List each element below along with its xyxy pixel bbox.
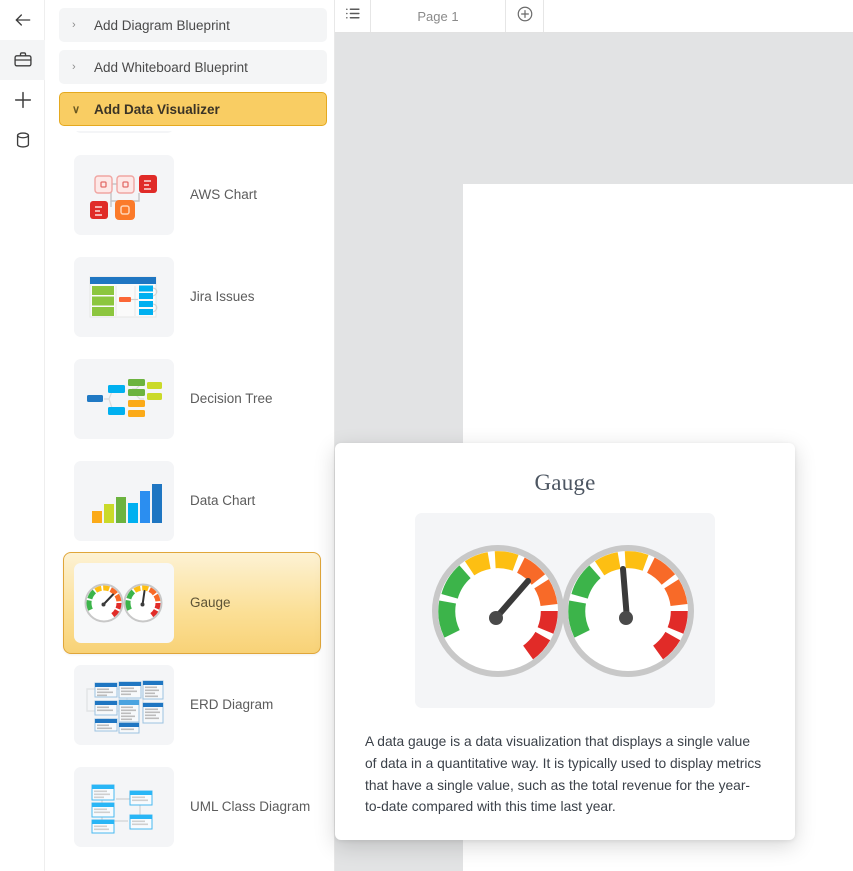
gauge-chart-illustration xyxy=(432,544,694,677)
popup-description: A data gauge is a data visualization tha… xyxy=(365,734,762,815)
list-item-uml-class-diagram[interactable]: UML Class Diagram xyxy=(63,756,321,858)
briefcase-icon xyxy=(13,50,33,70)
erd-diagram-thumb xyxy=(74,665,174,745)
chevron-right-icon: › xyxy=(72,61,76,73)
list-item[interactable] xyxy=(63,131,321,144)
accordion-add-data-visualizer[interactable]: ∨ Add Data Visualizer xyxy=(59,92,327,126)
add-page-button[interactable] xyxy=(506,0,544,32)
chevron-down-icon: ∨ xyxy=(72,103,81,116)
partial-card-thumb xyxy=(74,131,174,133)
back-arrow-icon xyxy=(13,10,33,30)
list-item-label: Jira Issues xyxy=(190,288,255,304)
add-button[interactable] xyxy=(0,80,45,120)
plus-icon xyxy=(12,89,34,111)
database-icon xyxy=(13,130,33,150)
list-item-label: Data Chart xyxy=(190,492,256,508)
tab-page-1[interactable]: Page 1 xyxy=(371,0,506,32)
list-item-label: AWS Chart xyxy=(190,186,258,202)
app-root: › Add Diagram Blueprint › Add Whiteboard… xyxy=(0,0,853,871)
list-item-label: Decision Tree xyxy=(190,390,273,406)
data-chart-thumb xyxy=(74,461,174,541)
aws-chart-thumb xyxy=(74,155,174,235)
list-item-label: Gauge xyxy=(190,594,231,610)
decision-tree-thumb xyxy=(74,359,174,439)
icon-rail xyxy=(0,0,45,871)
page-tabbar: Page 1 xyxy=(335,0,853,33)
gauge-thumb xyxy=(74,563,174,643)
blueprint-list[interactable]: AWS Chart Jira Issues Decision Tree Data… xyxy=(45,131,335,871)
circle-plus-icon xyxy=(516,5,534,28)
blueprint-panel: › Add Diagram Blueprint › Add Whiteboard… xyxy=(45,0,365,871)
accordion-label: Add Data Visualizer xyxy=(94,101,220,117)
gauge-preview-image xyxy=(415,513,715,708)
accordion-label: Add Diagram Blueprint xyxy=(94,17,230,33)
accordion-label: Add Whiteboard Blueprint xyxy=(94,59,248,75)
list-item-label: UML Class Diagram xyxy=(190,798,311,814)
list-item-aws-chart[interactable]: AWS Chart xyxy=(63,144,321,246)
list-item-decision-tree[interactable]: Decision Tree xyxy=(63,348,321,450)
list-item-data-chart[interactable]: Data Chart xyxy=(63,450,321,552)
list-item-jira-issues[interactable]: Jira Issues xyxy=(63,246,321,348)
blueprint-accordion: › Add Diagram Blueprint › Add Whiteboard… xyxy=(45,0,335,126)
chevron-right-icon: › xyxy=(72,19,76,31)
page-list-button[interactable] xyxy=(335,0,371,32)
uml-class-diagram-thumb xyxy=(74,767,174,847)
accordion-add-diagram-blueprint[interactable]: › Add Diagram Blueprint xyxy=(59,8,327,42)
accordion-add-whiteboard-blueprint[interactable]: › Add Whiteboard Blueprint xyxy=(59,50,327,84)
blueprint-preview-popup: Gauge A data gauge is a data visualizati… xyxy=(335,443,795,840)
back-button[interactable] xyxy=(0,0,45,40)
list-item-erd-diagram[interactable]: ERD Diagram xyxy=(63,654,321,756)
jira-issues-thumb xyxy=(74,257,174,337)
toolbox-button[interactable] xyxy=(0,40,45,80)
data-button[interactable] xyxy=(0,120,45,160)
tab-label: Page 1 xyxy=(417,8,459,24)
list-item-gauge[interactable]: Gauge xyxy=(63,552,321,654)
list-item-label: ERD Diagram xyxy=(190,696,274,712)
tabbar-empty-space xyxy=(544,0,853,32)
popup-title: Gauge xyxy=(534,470,596,495)
list-menu-icon xyxy=(344,5,361,27)
